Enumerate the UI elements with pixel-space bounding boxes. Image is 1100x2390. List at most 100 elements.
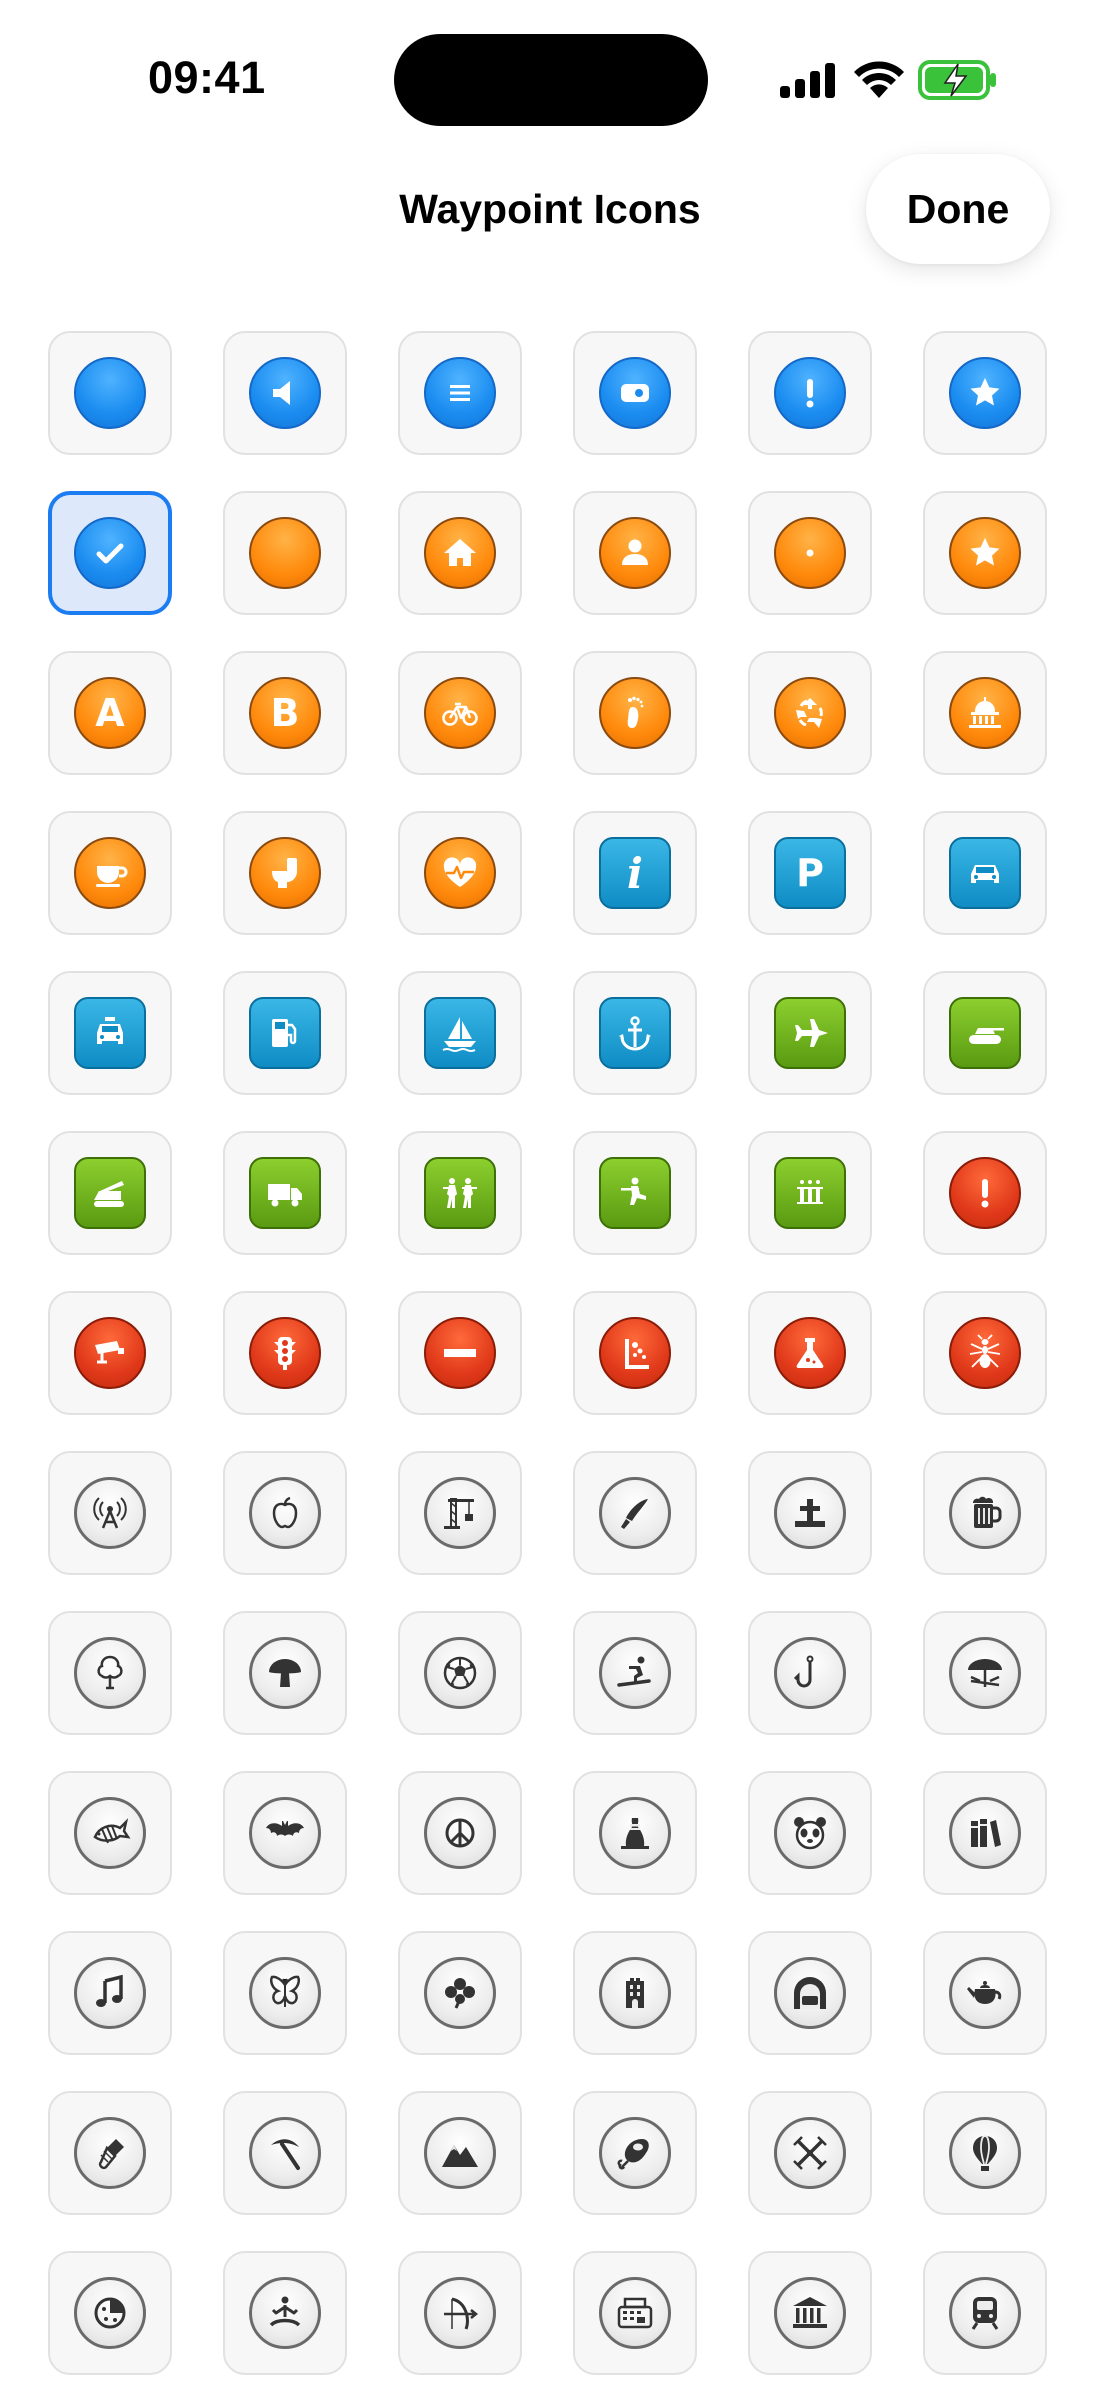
waypoint-icon-cell[interactable]	[573, 1451, 697, 1575]
waypoint-icon-cell[interactable]	[223, 1291, 347, 1415]
waypoint-icon-cell[interactable]	[923, 1451, 1047, 1575]
waypoint-icon-cell[interactable]	[573, 971, 697, 1095]
waypoint-icon-cell[interactable]	[748, 491, 872, 615]
waypoint-icon-cell[interactable]	[748, 2091, 872, 2215]
waypoint-icon-cell[interactable]	[923, 651, 1047, 775]
waypoint-icon-cell[interactable]	[398, 811, 522, 935]
gray-hot-air-balloon-icon	[949, 2117, 1021, 2189]
waypoint-icon-cell[interactable]	[748, 971, 872, 1095]
waypoint-icon-cell[interactable]	[48, 2251, 172, 2375]
waypoint-icon-cell[interactable]	[398, 1451, 522, 1575]
waypoint-icon-cell[interactable]	[923, 331, 1047, 455]
waypoint-icon-cell[interactable]	[48, 1611, 172, 1735]
orange-person-icon	[599, 517, 671, 589]
waypoint-icon-cell[interactable]: P	[748, 811, 872, 935]
waypoint-icon-cell[interactable]	[573, 1291, 697, 1415]
waypoint-icon-cell[interactable]	[748, 1771, 872, 1895]
waypoint-icon-cell[interactable]	[398, 1131, 522, 1255]
waypoint-icon-cell[interactable]	[748, 651, 872, 775]
waypoint-icon-cell[interactable]	[223, 811, 347, 935]
waypoint-icon-cell[interactable]	[573, 1771, 697, 1895]
waypoint-icon-cell[interactable]	[48, 1451, 172, 1575]
blue-exclamation-icon	[774, 357, 846, 429]
waypoint-icon-cell[interactable]: A	[48, 651, 172, 775]
orange-recycle-icon	[774, 677, 846, 749]
waypoint-icon-cell[interactable]	[923, 1131, 1047, 1255]
waypoint-icon-cell[interactable]	[923, 1291, 1047, 1415]
icon-grid: A Bi P	[0, 0, 1100, 2390]
gray-antenna-icon	[74, 1477, 146, 1549]
red-flask-icon	[774, 1317, 846, 1389]
waypoint-icon-cell[interactable]	[748, 1131, 872, 1255]
waypoint-icon-cell[interactable]	[223, 331, 347, 455]
waypoint-icon-cell[interactable]	[223, 1611, 347, 1735]
waypoint-icon-cell[interactable]	[48, 811, 172, 935]
waypoint-icon-cell[interactable]	[48, 2091, 172, 2215]
waypoint-icon-cell[interactable]	[573, 491, 697, 615]
waypoint-icon-cell[interactable]	[573, 1931, 697, 2055]
waypoint-icon-cell[interactable]	[223, 1451, 347, 1575]
red-exclamation-icon	[949, 1157, 1021, 1229]
waypoint-icon-cell[interactable]	[48, 1771, 172, 1895]
waypoint-icon-cell[interactable]	[923, 1611, 1047, 1735]
waypoint-icon-cell[interactable]	[923, 971, 1047, 1095]
waypoint-icon-cell[interactable]	[923, 1771, 1047, 1895]
waypoint-icon-cell[interactable]	[748, 1611, 872, 1735]
waypoint-icon-cell[interactable]	[223, 2091, 347, 2215]
waypoint-icon-cell[interactable]	[398, 331, 522, 455]
waypoint-icon-cell[interactable]	[573, 331, 697, 455]
waypoint-icon-cell[interactable]	[48, 491, 172, 615]
gray-mountains-icon	[424, 2117, 496, 2189]
waypoint-icon-cell[interactable]: B	[223, 651, 347, 775]
green-tank-icon	[949, 997, 1021, 1069]
waypoint-icon-cell[interactable]	[573, 2091, 697, 2215]
waypoint-icon-cell[interactable]	[223, 971, 347, 1095]
waypoint-icon-cell[interactable]	[223, 1131, 347, 1255]
green-rank-bars-icon	[774, 1157, 846, 1229]
waypoint-icon-cell[interactable]	[223, 491, 347, 615]
gray-butterfly-icon	[249, 1957, 321, 2029]
waypoint-icon-cell[interactable]	[573, 1611, 697, 1735]
waypoint-icon-cell[interactable]	[398, 2251, 522, 2375]
waypoint-icon-cell[interactable]	[923, 2091, 1047, 2215]
waypoint-icon-cell[interactable]	[398, 1611, 522, 1735]
waypoint-icon-cell[interactable]	[748, 1291, 872, 1415]
waypoint-icon-cell[interactable]	[223, 1931, 347, 2055]
waypoint-icon-cell[interactable]	[398, 2091, 522, 2215]
waypoint-icon-cell[interactable]	[748, 331, 872, 455]
waypoint-icon-cell[interactable]	[923, 811, 1047, 935]
waypoint-icon-cell[interactable]	[398, 1291, 522, 1415]
waypoint-icon-cell[interactable]	[48, 1931, 172, 2055]
gray-books-icon	[949, 1797, 1021, 1869]
waypoint-icon-cell[interactable]	[573, 1131, 697, 1255]
waypoint-icon-cell[interactable]	[48, 1131, 172, 1255]
waypoint-icon-cell[interactable]	[398, 1931, 522, 2055]
waypoint-icon-cell[interactable]	[573, 651, 697, 775]
teal-fuel-icon	[249, 997, 321, 1069]
waypoint-icon-cell[interactable]	[398, 491, 522, 615]
waypoint-icon-cell[interactable]	[923, 1931, 1047, 2055]
teal-sailboat-icon	[424, 997, 496, 1069]
waypoint-icon-cell[interactable]	[573, 2251, 697, 2375]
waypoint-icon-cell[interactable]	[923, 2251, 1047, 2375]
waypoint-icon-cell[interactable]	[398, 971, 522, 1095]
waypoint-icon-cell[interactable]	[223, 1771, 347, 1895]
gray-tree-icon	[74, 1637, 146, 1709]
waypoint-icon-cell[interactable]	[48, 331, 172, 455]
teal-info-icon: i	[599, 837, 671, 909]
waypoint-icon-cell[interactable]	[223, 2251, 347, 2375]
waypoint-icon-cell[interactable]	[748, 1451, 872, 1575]
gray-bow-arrow-icon	[424, 2277, 496, 2349]
waypoint-icon-cell[interactable]	[398, 651, 522, 775]
waypoint-icon-cell[interactable]	[748, 1931, 872, 2055]
waypoint-icon-cell[interactable]	[923, 491, 1047, 615]
red-no-entry-icon	[424, 1317, 496, 1389]
waypoint-icon-cell[interactable]	[748, 2251, 872, 2375]
waypoint-icon-cell[interactable]	[48, 971, 172, 1095]
waypoint-icon-cell[interactable]: i	[573, 811, 697, 935]
waypoint-icon-cell[interactable]	[398, 1771, 522, 1895]
waypoint-icon-cell[interactable]	[48, 1291, 172, 1415]
gray-museum-icon	[774, 2277, 846, 2349]
green-soldiers-icon	[424, 1157, 496, 1229]
blue-dot-icon	[74, 357, 146, 429]
